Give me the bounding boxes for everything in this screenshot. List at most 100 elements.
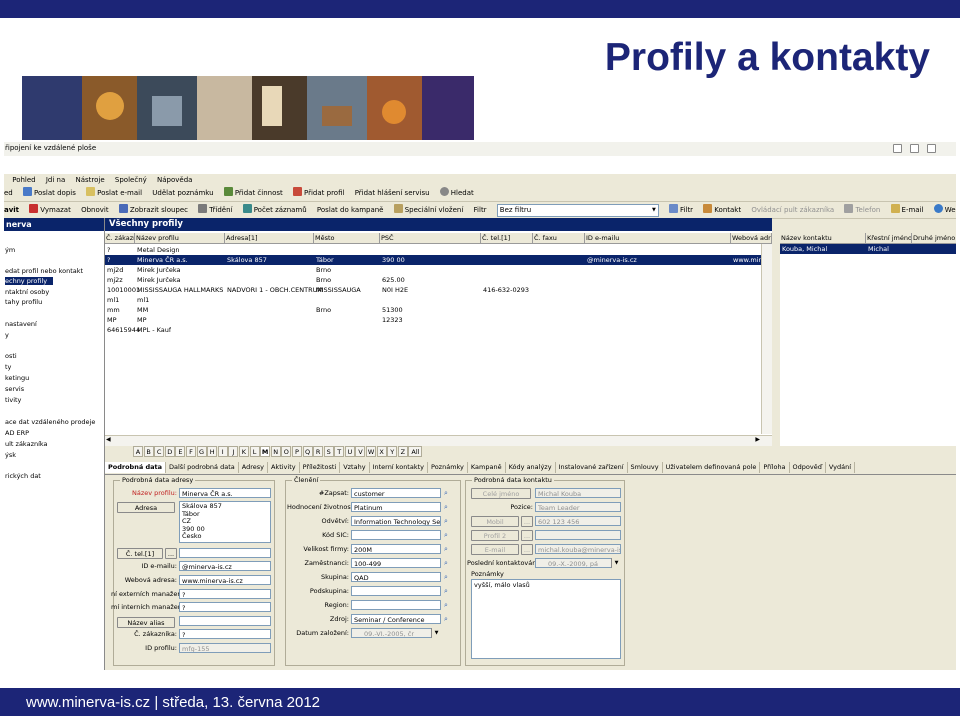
tab[interactable]: Poznámky: [428, 462, 468, 473]
menu-common[interactable]: Společný: [115, 174, 147, 187]
nav-item[interactable]: ty: [5, 363, 11, 371]
send-to-campaign-button[interactable]: Poslat do kampaně: [317, 204, 384, 217]
scroll-left-icon[interactable]: ◀: [106, 436, 111, 443]
full-name-button[interactable]: Celé jméno: [471, 488, 531, 499]
grid-vertical-scrollbar[interactable]: [761, 244, 772, 434]
tab[interactable]: Podrobná data: [105, 462, 167, 473]
scroll-right-icon[interactable]: ▶: [755, 436, 760, 443]
column-header[interactable]: PSČ: [380, 233, 481, 243]
employees-field[interactable]: 100-499: [351, 558, 441, 568]
sort-button[interactable]: Třídění: [198, 204, 232, 217]
web-field[interactable]: www.minerva-is.cz: [179, 575, 271, 585]
alphabet-letter[interactable]: H: [207, 446, 218, 457]
external-manager-field[interactable]: ?: [179, 589, 271, 599]
record-field[interactable]: customer: [351, 488, 441, 498]
table-row[interactable]: MP MP 12323: [105, 315, 772, 325]
alphabet-letter[interactable]: B: [143, 446, 154, 457]
column-header[interactable]: ID e-mailu: [585, 233, 731, 243]
menu-goto[interactable]: Jdi na: [46, 174, 65, 187]
nav-item-service[interactable]: servis: [5, 385, 24, 393]
add-activity-button[interactable]: Přidat činnost: [223, 187, 283, 200]
lookup-icon[interactable]: ⌕: [444, 559, 452, 567]
tab[interactable]: Odpověď: [790, 462, 826, 473]
alphabet-letter[interactable]: W: [366, 446, 377, 457]
table-row[interactable]: mj2z Mirek Jurčeka Brno 625.00: [105, 275, 772, 285]
tab[interactable]: Další podrobná data: [166, 462, 239, 473]
tab[interactable]: Adresy: [239, 462, 268, 473]
nav-item-historical-data[interactable]: rických dat: [5, 472, 41, 480]
phone-button[interactable]: Č. tel.[1]: [117, 548, 163, 559]
subgroup-field[interactable]: [351, 586, 441, 596]
chevron-down-icon[interactable]: ▼: [611, 558, 621, 568]
alphabet-letter[interactable]: I: [217, 446, 228, 457]
menu-tools[interactable]: Nástroje: [76, 174, 105, 187]
lookup-icon[interactable]: ⌕: [444, 615, 452, 623]
lookup-icon[interactable]: ⌕: [444, 517, 452, 525]
filter-select[interactable]: Bez filtru ▼: [496, 204, 659, 217]
column-header[interactable]: Č. zákazn: [105, 233, 135, 243]
make-note-button[interactable]: Udělat poznámku: [152, 187, 213, 200]
nav-item-relations[interactable]: tahy profilu: [5, 298, 42, 306]
lookup-icon[interactable]: ⌕: [444, 587, 452, 595]
web-address-button[interactable]: Webová adresa: [933, 204, 956, 217]
table-row[interactable]: 64615944 MPL - Kauf: [105, 325, 772, 335]
alphabet-letter[interactable]: A: [133, 446, 143, 457]
alphabet-letter[interactable]: C: [154, 446, 165, 457]
alphabet-letter[interactable]: T: [334, 446, 345, 457]
alphabet-letter[interactable]: D: [164, 446, 175, 457]
tab[interactable]: Kódy analýzy: [506, 462, 556, 473]
phone-button[interactable]: Telefon: [844, 204, 880, 217]
nav-item[interactable]: y: [5, 331, 9, 339]
profile-name-field[interactable]: Minerva ČR a.s.: [179, 488, 271, 498]
tab[interactable]: Kampaně: [468, 462, 506, 473]
send-email-button[interactable]: Poslat e-mail: [86, 187, 142, 200]
alphabet-letter[interactable]: All: [408, 446, 423, 457]
column-header[interactable]: Adresa[1]: [225, 233, 314, 243]
customer-dashboard-button[interactable]: Ovládací pult zákazníka: [751, 204, 834, 217]
alphabet-letter[interactable]: Y: [387, 446, 398, 457]
email-field[interactable]: @minerva-is.cz: [179, 561, 271, 571]
tab[interactable]: Uživatelem definovaná pole: [663, 462, 761, 473]
column-header[interactable]: Město: [314, 233, 380, 243]
alphabet-letter[interactable]: M: [260, 446, 271, 457]
alphabet-letter[interactable]: X: [376, 446, 387, 457]
chevron-down-icon[interactable]: ▼: [652, 205, 658, 216]
grid-horizontal-scrollbar[interactable]: ◀ ▶: [105, 435, 772, 446]
menu-view[interactable]: Pohled: [12, 174, 35, 187]
filter-button[interactable]: Filtr: [669, 204, 693, 217]
alphabet-letter[interactable]: F: [185, 446, 196, 457]
email2-field[interactable]: michal.kouba@minerva-is.cz: [535, 544, 621, 554]
contact-row[interactable]: Kouba, Michal Michal: [780, 244, 956, 254]
column-header[interactable]: Č. faxu: [533, 233, 585, 243]
add-service-report-button[interactable]: Přidat hlášení servisu: [355, 187, 430, 200]
table-row[interactable]: ? Metal Design: [105, 245, 772, 255]
alphabet-letter[interactable]: S: [323, 446, 334, 457]
mobile-more-button[interactable]: ...: [521, 516, 533, 527]
lookup-icon[interactable]: ⌕: [444, 545, 452, 553]
column-header[interactable]: Č. tel.[1]: [481, 233, 533, 243]
nav-item-settings[interactable]: nastavení: [5, 320, 37, 328]
show-column-button[interactable]: Zobrazit sloupec: [118, 204, 188, 217]
notes-field[interactable]: vyšší, málo vlasů: [471, 579, 621, 659]
alphabet-letter[interactable]: J: [228, 446, 239, 457]
alphabet-letter[interactable]: E: [175, 446, 186, 457]
customer-number-field[interactable]: ?: [179, 629, 271, 639]
nav-item-marketing[interactable]: ketingu: [5, 374, 29, 382]
column-header[interactable]: Křestní jméno: [866, 233, 912, 243]
alphabet-letter[interactable]: G: [196, 446, 207, 457]
table-row[interactable]: mj2d Mirek Jurčeka Brno: [105, 265, 772, 275]
alphabet-letter[interactable]: P: [291, 446, 302, 457]
toolbar-edit-button[interactable]: avit: [4, 204, 19, 217]
tab[interactable]: Vztahy: [340, 462, 370, 473]
column-header[interactable]: Název profilu: [135, 233, 225, 243]
mobile-button[interactable]: Mobil: [471, 516, 519, 527]
alias-button[interactable]: Název alias: [117, 617, 175, 628]
nav-item-qad-erp[interactable]: AD ERP: [5, 429, 29, 437]
last-contact-field[interactable]: 09.-X.-2009, pá: [535, 558, 621, 568]
column-header[interactable]: Webová adre: [731, 233, 772, 243]
column-header[interactable]: Druhé jméno: [912, 233, 956, 243]
nav-item-customer-dashboard[interactable]: ult zákazníka: [5, 440, 48, 448]
column-header[interactable]: Název kontaktu: [780, 233, 866, 243]
full-name-field[interactable]: Michal Kouba: [535, 488, 621, 498]
phone-field[interactable]: [179, 548, 271, 558]
